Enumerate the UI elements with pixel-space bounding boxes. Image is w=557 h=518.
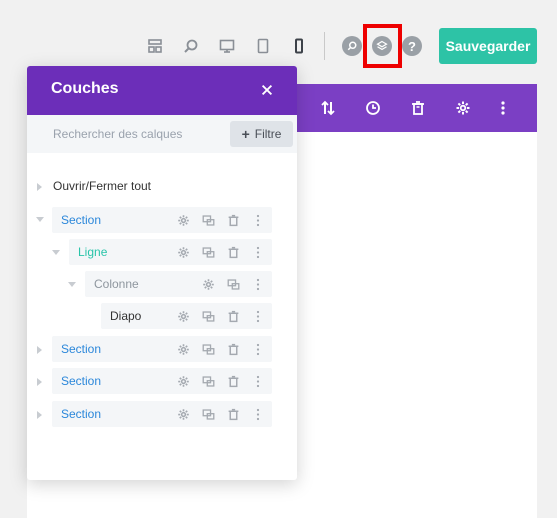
expand-caret-icon[interactable] xyxy=(68,282,76,287)
layer-item[interactable]: Diapo xyxy=(101,303,272,329)
panel-title: Couches xyxy=(51,80,119,97)
duplicate-icon[interactable] xyxy=(200,341,216,357)
trash-icon[interactable] xyxy=(225,308,241,324)
layer-item[interactable]: Colonne xyxy=(85,271,272,297)
duplicate-icon[interactable] xyxy=(225,276,241,292)
toolbar-divider xyxy=(324,32,325,60)
trash-icon[interactable] xyxy=(225,406,241,422)
layer-label: Section xyxy=(61,213,102,227)
plus-icon: + xyxy=(241,126,250,142)
layer-actions xyxy=(175,406,266,422)
sort-icon[interactable] xyxy=(318,98,338,118)
duplicate-icon[interactable] xyxy=(200,308,216,324)
collapse-caret-icon[interactable] xyxy=(37,346,42,354)
search-input[interactable] xyxy=(41,119,227,149)
search-page-icon[interactable] xyxy=(342,36,362,56)
expand-caret-icon[interactable] xyxy=(52,250,60,255)
more-icon[interactable] xyxy=(250,308,266,324)
layer-item[interactable]: Ligne xyxy=(69,239,272,265)
trash-icon[interactable] xyxy=(225,373,241,389)
layer-label: Section xyxy=(61,342,102,356)
desktop-icon[interactable] xyxy=(217,36,237,56)
settings-icon[interactable] xyxy=(175,341,191,357)
filter-label: Filtre xyxy=(254,127,282,141)
duplicate-icon[interactable] xyxy=(200,373,216,389)
settings-icon[interactable] xyxy=(175,406,191,422)
history-icon[interactable] xyxy=(363,98,383,118)
close-icon[interactable] xyxy=(257,80,277,100)
toggle-all-link[interactable]: Ouvrir/Fermer tout xyxy=(53,179,151,193)
layer-item[interactable]: Section xyxy=(52,368,272,394)
more-icon[interactable] xyxy=(250,373,266,389)
help-icon[interactable]: ? xyxy=(402,36,422,56)
layer-label: Section xyxy=(61,374,102,388)
search-row: + Filtre xyxy=(27,115,297,153)
wireframe-icon[interactable] xyxy=(145,36,165,56)
zoom-icon[interactable] xyxy=(181,36,201,56)
expand-caret-icon[interactable] xyxy=(36,217,44,222)
layer-actions xyxy=(175,373,266,389)
duplicate-icon[interactable] xyxy=(200,406,216,422)
layer-label: Ligne xyxy=(78,245,108,259)
highlight-box xyxy=(363,24,402,68)
settings-icon[interactable] xyxy=(200,276,216,292)
settings-icon[interactable] xyxy=(175,373,191,389)
duplicate-icon[interactable] xyxy=(200,244,216,260)
layer-actions xyxy=(175,308,266,324)
trash-icon[interactable] xyxy=(408,98,428,118)
trash-icon[interactable] xyxy=(225,212,241,228)
settings-icon[interactable] xyxy=(175,244,191,260)
collapse-caret-icon[interactable] xyxy=(37,378,42,386)
layer-actions xyxy=(175,244,266,260)
layer-item[interactable]: Section xyxy=(52,207,272,233)
phone-icon[interactable] xyxy=(289,36,309,56)
layer-item[interactable]: Section xyxy=(52,401,272,427)
settings-icon[interactable] xyxy=(175,212,191,228)
gear-icon[interactable] xyxy=(453,98,473,118)
tablet-icon[interactable] xyxy=(253,36,273,56)
collapse-caret-icon[interactable] xyxy=(37,411,42,419)
more-icon[interactable] xyxy=(250,341,266,357)
layer-label: Colonne xyxy=(94,277,139,291)
save-button[interactable]: Sauvegarder xyxy=(439,28,537,64)
trash-icon[interactable] xyxy=(225,341,241,357)
layer-label: Section xyxy=(61,407,102,421)
filter-button[interactable]: + Filtre xyxy=(230,121,293,147)
trash-icon[interactable] xyxy=(225,244,241,260)
more-icon[interactable] xyxy=(250,276,266,292)
more-icon[interactable] xyxy=(250,244,266,260)
panel-header: Couches xyxy=(27,66,297,115)
layer-actions xyxy=(200,276,266,292)
more-icon[interactable] xyxy=(493,98,513,118)
layers-panel: Couches + Filtre Ouvrir/Fermer tout Sect… xyxy=(27,66,297,480)
layer-actions xyxy=(175,341,266,357)
more-icon[interactable] xyxy=(250,212,266,228)
layer-actions xyxy=(175,212,266,228)
layer-label: Diapo xyxy=(110,309,142,323)
toggle-all-caret-icon[interactable] xyxy=(37,183,42,191)
layer-item[interactable]: Section xyxy=(52,336,272,362)
duplicate-icon[interactable] xyxy=(200,212,216,228)
more-icon[interactable] xyxy=(250,406,266,422)
settings-icon[interactable] xyxy=(175,308,191,324)
